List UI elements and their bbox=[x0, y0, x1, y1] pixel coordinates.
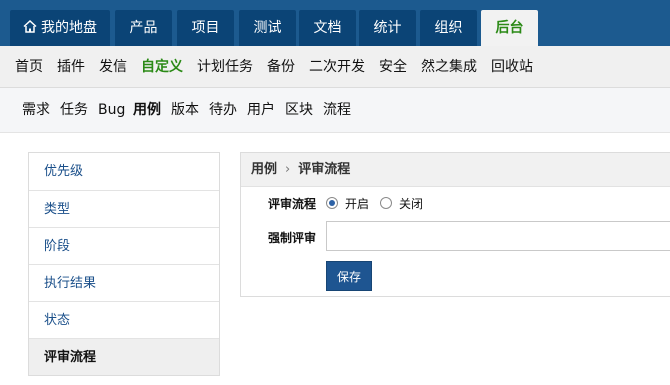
home-icon bbox=[23, 19, 37, 33]
subnav-security[interactable]: 安全 bbox=[379, 46, 407, 88]
review-settings-panel: 用例 › 评审流程 评审流程 开启 关闭 强制评审 保存 bbox=[240, 152, 670, 297]
custom-user[interactable]: 用户 bbox=[247, 88, 275, 133]
subnav-trash[interactable]: 回收站 bbox=[491, 46, 533, 88]
tab-project[interactable]: 项目 bbox=[177, 10, 234, 46]
tab-stats[interactable]: 统计 bbox=[359, 10, 416, 46]
subnav-dev[interactable]: 二次开发 bbox=[309, 46, 365, 88]
tab-my-dashboard-label: 我的地盘 bbox=[41, 20, 97, 36]
field-item-stage[interactable]: 阶段 bbox=[29, 227, 219, 264]
custom-bug[interactable]: Bug bbox=[98, 88, 125, 133]
field-item-review[interactable]: 评审流程 bbox=[29, 338, 219, 375]
tab-admin[interactable]: 后台 bbox=[481, 10, 538, 46]
tab-test[interactable]: 测试 bbox=[239, 10, 296, 46]
subnav-backup[interactable]: 备份 bbox=[267, 46, 295, 88]
custom-subnav: 需求 任务 Bug 用例 版本 待办 用户 区块 流程 bbox=[0, 88, 670, 133]
custom-story[interactable]: 需求 bbox=[22, 88, 50, 133]
review-flow-label: 评审流程 bbox=[268, 197, 317, 211]
review-on-label[interactable]: 开启 bbox=[345, 195, 369, 212]
tab-product[interactable]: 产品 bbox=[115, 10, 172, 46]
field-item-result[interactable]: 执行结果 bbox=[29, 264, 219, 301]
breadcrumb-current: 评审流程 bbox=[298, 162, 351, 177]
force-review-label: 强制评审 bbox=[268, 231, 317, 245]
breadcrumb: 用例 › 评审流程 bbox=[241, 153, 670, 187]
field-item-type[interactable]: 类型 bbox=[29, 190, 219, 227]
tab-org[interactable]: 组织 bbox=[420, 10, 477, 46]
subnav-ranzhi[interactable]: 然之集成 bbox=[421, 46, 477, 88]
review-on-radio[interactable] bbox=[326, 197, 338, 209]
custom-flow[interactable]: 流程 bbox=[323, 88, 351, 133]
subnav-home[interactable]: 首页 bbox=[15, 46, 43, 88]
admin-subnav: 首页 插件 发信 自定义 计划任务 备份 二次开发 安全 然之集成 回收站 bbox=[0, 46, 670, 88]
subnav-cron[interactable]: 计划任务 bbox=[197, 46, 253, 88]
custom-block[interactable]: 区块 bbox=[285, 88, 313, 133]
save-button[interactable]: 保存 bbox=[326, 261, 372, 291]
field-item-priority[interactable]: 优先级 bbox=[29, 153, 219, 190]
custom-build[interactable]: 版本 bbox=[171, 88, 199, 133]
breadcrumb-parent: 用例 bbox=[251, 162, 278, 177]
subnav-custom[interactable]: 自定义 bbox=[141, 46, 183, 88]
force-review-input[interactable] bbox=[326, 221, 670, 251]
main-nav: 我的地盘 产品 项目 测试 文档 统计 组织 后台 bbox=[0, 0, 670, 46]
breadcrumb-separator-icon: › bbox=[285, 162, 291, 177]
review-off-label[interactable]: 关闭 bbox=[399, 195, 423, 212]
field-list: 优先级 类型 阶段 执行结果 状态 评审流程 bbox=[28, 152, 220, 376]
tab-my-dashboard[interactable]: 我的地盘 bbox=[10, 10, 110, 46]
subnav-mail[interactable]: 发信 bbox=[99, 46, 127, 88]
tab-doc[interactable]: 文档 bbox=[299, 10, 356, 46]
field-item-status[interactable]: 状态 bbox=[29, 301, 219, 338]
custom-task[interactable]: 任务 bbox=[60, 88, 88, 133]
custom-todo[interactable]: 待办 bbox=[209, 88, 237, 133]
review-off-radio[interactable] bbox=[380, 197, 392, 209]
subnav-plugins[interactable]: 插件 bbox=[57, 46, 85, 88]
custom-testcase[interactable]: 用例 bbox=[133, 88, 161, 133]
